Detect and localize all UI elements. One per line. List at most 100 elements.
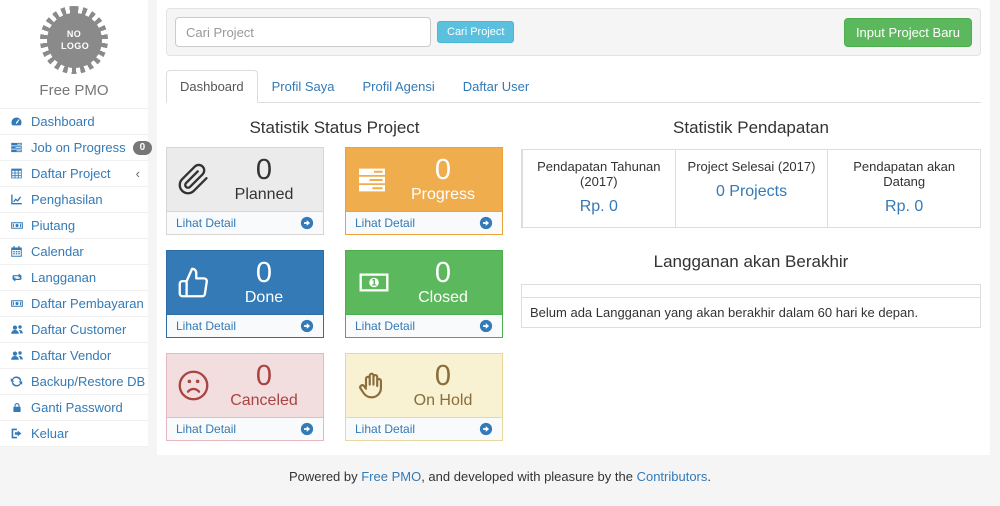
status-card-body: 0 Progress xyxy=(346,148,502,211)
tab[interactable]: Dashboard xyxy=(166,70,258,103)
stat-label: Project Selesai (2017) xyxy=(682,159,822,174)
search-input[interactable] xyxy=(175,17,431,47)
sidebar-item-label: Daftar Customer xyxy=(31,322,126,337)
sidebar-item-icon xyxy=(9,141,24,154)
income-stats-row: Pendapatan Tahunan (2017) Rp. 0 Project … xyxy=(521,149,981,228)
search-bar: Cari Project Input Project Baru xyxy=(166,8,981,56)
lihat-detail-link[interactable]: Lihat Detail xyxy=(346,417,502,440)
status-card-grid: 0 Planned Lihat Detail xyxy=(166,147,503,441)
sidebar-item-label: Daftar Project xyxy=(31,166,110,181)
status-card: 1 0 Closed Lihat Detail xyxy=(345,250,503,338)
sidebar-item-icon xyxy=(9,375,24,388)
status-label: On Hold xyxy=(394,392,492,410)
empty-message: Belum ada Langganan yang akan berakhir d… xyxy=(522,298,981,328)
status-label: Closed xyxy=(394,289,492,307)
status-card: 0 Planned Lihat Detail xyxy=(166,147,324,235)
sidebar-item[interactable]: Daftar Project ‹ xyxy=(0,161,148,187)
status-card-body: 0 Done xyxy=(167,251,323,314)
lihat-detail-link[interactable]: Lihat Detail xyxy=(346,211,502,234)
sidebar-item[interactable]: Job on Progress 0 xyxy=(0,135,148,161)
arrow-circle-right-icon xyxy=(479,216,493,230)
count-badge: 0 xyxy=(133,141,153,155)
arrow-circle-right-icon xyxy=(300,319,314,333)
lihat-detail-label: Lihat Detail xyxy=(176,422,236,436)
sidebar-item[interactable]: Ganti Password xyxy=(0,395,148,421)
page-footer: Powered by Free PMO, and developed with … xyxy=(0,455,1000,506)
status-card: 0 On Hold Lihat Detail xyxy=(345,353,503,441)
sidebar-item-label: Penghasilan xyxy=(31,192,103,207)
sidebar-item[interactable]: Daftar Vendor xyxy=(0,343,148,369)
stat-label: Pendapatan Tahunan (2017) xyxy=(529,159,669,189)
status-label: Done xyxy=(215,289,313,307)
income-section-title: Statistik Pendapatan xyxy=(521,118,981,138)
brand-name: Free PMO xyxy=(0,82,148,99)
tab[interactable]: Profil Agensi xyxy=(348,70,448,103)
page: NO LOGO Free PMO Dashboard Job on Progre… xyxy=(0,0,1000,455)
stat-value-link[interactable]: Rp. 0 xyxy=(885,198,923,216)
lihat-detail-link[interactable]: Lihat Detail xyxy=(167,417,323,440)
lihat-detail-link[interactable]: Lihat Detail xyxy=(167,211,323,234)
status-count: 0 xyxy=(394,258,492,288)
lihat-detail-label: Lihat Detail xyxy=(176,319,236,333)
lihat-detail-label: Lihat Detail xyxy=(176,216,236,230)
sidebar-item-icon xyxy=(9,219,24,232)
table-row: Belum ada Langganan yang akan berakhir d… xyxy=(522,298,981,328)
sidebar-item[interactable]: Langganan xyxy=(0,265,148,291)
status-card-icon xyxy=(177,163,215,196)
column-header xyxy=(522,285,719,298)
logo-area: NO LOGO Free PMO xyxy=(0,0,148,108)
new-project-button[interactable]: Input Project Baru xyxy=(844,18,972,47)
arrow-circle-right-icon xyxy=(479,319,493,333)
sidebar-item[interactable]: Piutang xyxy=(0,213,148,239)
status-card-body: 0 Canceled xyxy=(167,354,323,417)
footer-text: Powered by xyxy=(289,469,361,484)
sidebar-item-icon xyxy=(9,427,24,440)
footer-text: . xyxy=(707,469,711,484)
stat-cell: Pendapatan Tahunan (2017) Rp. 0 xyxy=(522,150,675,227)
status-label: Canceled xyxy=(215,392,313,410)
tab-bar: DashboardProfil SayaProfil AgensiDaftar … xyxy=(166,70,981,103)
sidebar-nav: Dashboard Job on Progress 0 Daftar Proje… xyxy=(0,108,148,447)
lihat-detail-label: Lihat Detail xyxy=(355,422,415,436)
status-card-icon xyxy=(356,164,394,196)
sidebar-item-label: Daftar Vendor xyxy=(31,348,111,363)
tab[interactable]: Profil Saya xyxy=(258,70,349,103)
arrow-circle-right-icon xyxy=(300,216,314,230)
sidebar-item[interactable]: Daftar Customer xyxy=(0,317,148,343)
subscription-table-header xyxy=(522,285,981,298)
sidebar-item[interactable]: Daftar Pembayaran xyxy=(0,291,148,317)
main-content: Cari Project Input Project Baru Dashboar… xyxy=(157,0,990,455)
lihat-detail-label: Lihat Detail xyxy=(355,216,415,230)
status-label: Progress xyxy=(394,186,492,204)
status-card: 0 Canceled Lihat Detail xyxy=(166,353,324,441)
income-column: Statistik Pendapatan Pendapatan Tahunan … xyxy=(521,105,981,441)
sidebar-item[interactable]: Dashboard xyxy=(0,109,148,135)
sidebar-item-label: Job on Progress xyxy=(31,140,126,155)
sidebar-item[interactable]: Penghasilan xyxy=(0,187,148,213)
footer-text: , and developed with pleasure by the xyxy=(421,469,636,484)
free-pmo-link[interactable]: Free PMO xyxy=(361,469,421,484)
logo-text: NO LOGO xyxy=(61,28,87,52)
tab[interactable]: Daftar User xyxy=(449,70,543,103)
status-card-body: 1 0 Closed xyxy=(346,251,502,314)
stat-cell: Pendapatan akan Datang Rp. 0 xyxy=(827,150,980,227)
status-count: 0 xyxy=(394,155,492,185)
column-header xyxy=(788,285,875,298)
contributors-link[interactable]: Contributors xyxy=(637,469,708,484)
sidebar-item[interactable]: Backup/Restore DB xyxy=(0,369,148,395)
sidebar-item[interactable]: Keluar xyxy=(0,421,148,447)
sidebar-item-label: Langganan xyxy=(31,270,96,285)
status-column: Statistik Status Project 0 Planned xyxy=(166,105,503,441)
sidebar-item-icon xyxy=(9,297,24,310)
lihat-detail-link[interactable]: Lihat Detail xyxy=(167,314,323,337)
sidebar-item-label: Backup/Restore DB xyxy=(31,374,145,389)
status-count: 0 xyxy=(215,258,313,288)
sidebar-item[interactable]: Calendar xyxy=(0,239,148,265)
arrow-circle-right-icon xyxy=(479,422,493,436)
stat-value-link[interactable]: Rp. 0 xyxy=(580,198,618,216)
status-card-body: 0 On Hold xyxy=(346,354,502,417)
search-button[interactable]: Cari Project xyxy=(437,21,514,43)
arrow-circle-right-icon xyxy=(300,422,314,436)
stat-value-link[interactable]: 0 Projects xyxy=(716,183,787,201)
lihat-detail-link[interactable]: Lihat Detail xyxy=(346,314,502,337)
